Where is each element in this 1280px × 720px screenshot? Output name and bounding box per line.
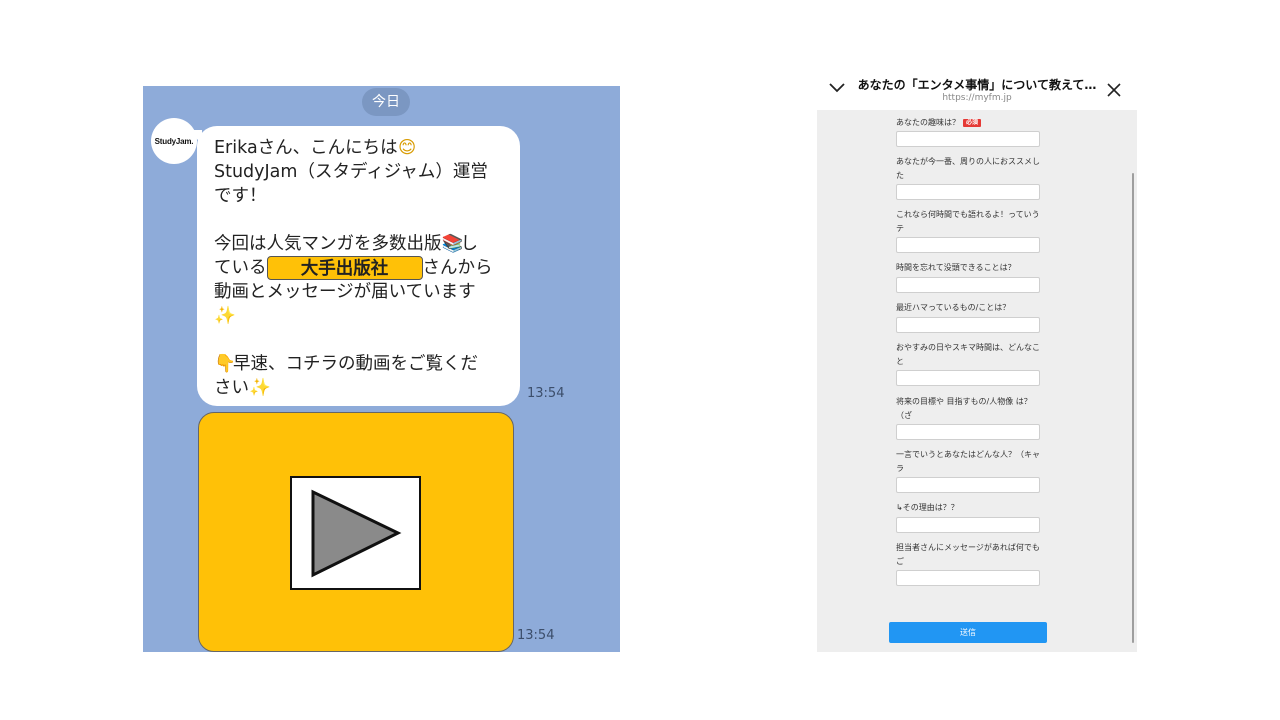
question-text: これなら何時間でも語れるよ！っていうテ [896,210,1040,233]
form-title: あなたの「エンタメ事情」について教えて… [857,78,1097,92]
question-text: 担当者さんにメッセージがあれば何でもご [896,543,1040,566]
chat-screen: 今日 StudyJam. Erikaさん、こんにちは😊 StudyJam（スタデ… [143,86,620,652]
answer-input[interactable] [896,237,1040,253]
question-text: 時間を忘れて没頭できることは？ [896,263,1016,272]
scrollbar[interactable] [1132,173,1134,643]
chevron-down-icon[interactable] [828,82,846,94]
message-line: さい✨ [214,378,271,398]
message-line: 👇早速、コチラの動画をご覧くだ [214,354,478,374]
video-message[interactable] [198,412,514,652]
sparkles-emoji-icon: ✨ [249,378,271,398]
form-screen: あなたの「エンタメ事情」について教えて… https://myfm.jp あなた… [817,68,1137,652]
question-text: あなたが今一番、周りの人におススメした [896,157,1040,180]
message-bubble: Erikaさん、こんにちは😊 StudyJam（スタディジャム）運営 です！ 今… [188,126,520,406]
question-label: 時間を忘れて没頭できることは？ [896,261,1044,275]
message-timestamp: 13:54 [527,386,565,401]
answer-input[interactable] [896,184,1040,200]
question-text: 最近ハマっているもの/ことは？ [896,303,1011,312]
message-line: です！ [214,186,267,206]
answer-input[interactable] [896,517,1040,533]
answer-input[interactable] [896,570,1040,586]
form-body: あなたの趣味は？必須あなたが今一番、周りの人におススメしたいもの/コトは？？これ… [817,110,1137,652]
question-text: おやすみの日やスキマ時間は、どんなこと [896,343,1040,366]
question-text: 将来の目標や 目指すもの/人物像 は？（ざ [896,397,1032,420]
point-down-emoji-icon: 👇 [214,354,236,374]
answer-input[interactable] [896,477,1040,493]
question-text: 一言でいうとあなたはどんな人？（キャラ [896,450,1040,473]
question-text: ↳その理由は？？ [896,503,959,512]
message-line: Erikaさん、こんにちは😊 [214,138,417,158]
question-label: 最近ハマっているもの/ことは？ [896,301,1044,315]
message-line: ✨ [214,304,506,328]
submit-button[interactable]: 送信 [889,622,1047,643]
answer-input[interactable] [896,277,1040,293]
message-line: 動画とメッセージが届いています [214,282,476,302]
message-line: StudyJam（スタディジャム）運営 [214,162,488,182]
video-thumbnail[interactable] [290,476,421,590]
message-line: 今回は人気マンガを多数出版📚し [214,234,478,254]
answer-input[interactable] [896,424,1040,440]
answer-input[interactable] [896,370,1040,386]
sparkles-emoji-icon: ✨ [214,306,236,326]
answer-input[interactable] [896,131,1040,147]
question-label: ↳その理由は？？ [896,501,1044,515]
close-icon[interactable] [1107,83,1121,97]
play-icon [311,489,402,578]
books-emoji-icon: 📚 [441,234,464,254]
smile-emoji-icon: 😊 [398,138,417,158]
answer-input[interactable] [896,317,1040,333]
highlight-publisher: 大手出版社 [266,256,423,280]
form-url: https://myfm.jp [942,93,1012,103]
message-line: ている 大手出版社 さんから [214,256,493,280]
bubble-tail [188,130,202,144]
question-text: あなたの趣味は？ [896,118,960,127]
date-separator: 今日 [362,88,410,116]
required-badge: 必須 [963,119,982,127]
form-header: あなたの「エンタメ事情」について教えて… https://myfm.jp [817,68,1137,110]
message-timestamp: 13:54 [517,628,555,643]
question-label: あなたの趣味は？ 必須 [896,116,1044,130]
